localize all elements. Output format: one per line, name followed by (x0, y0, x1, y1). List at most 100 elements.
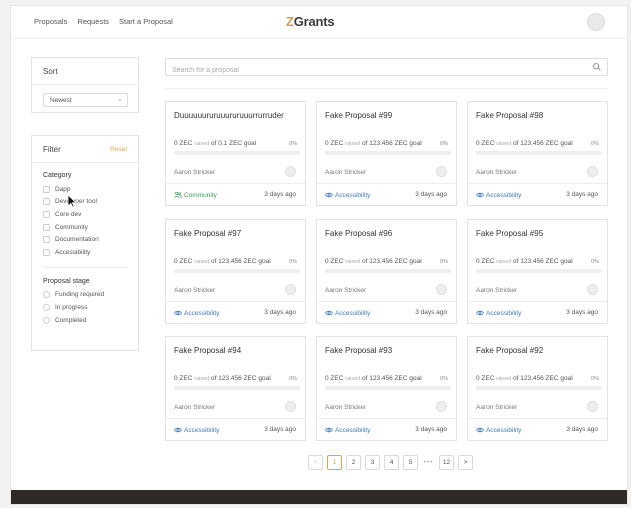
proposal-time: 3 days ago (264, 191, 296, 198)
pagination-page-3[interactable]: 3 (365, 455, 380, 470)
proposal-card[interactable]: Fake Proposal #96 0 ZEC raised of 123.456… (316, 219, 457, 324)
radio-button[interactable] (43, 303, 50, 311)
zf-grants-logo[interactable]: ZGrants (286, 14, 335, 29)
checkbox[interactable] (43, 210, 50, 218)
category-label: Accessibility (184, 426, 220, 434)
eye-icon (476, 426, 484, 434)
nav-link-requests[interactable]: Requests (77, 17, 109, 26)
logo-mark: Z (286, 14, 294, 29)
radio-button[interactable] (43, 291, 50, 299)
proposal-author: Aaron Stricker (174, 287, 216, 294)
main-nav: Proposals Requests Start a Proposal (34, 17, 173, 26)
filter-body: Category Dapp Developer tool Core dev Co… (32, 163, 138, 326)
checkbox[interactable] (43, 248, 50, 256)
proposal-card-footer: Accessibility 3 days ago (468, 301, 607, 324)
checkbox[interactable] (43, 223, 50, 231)
raised-label: raised (345, 376, 361, 382)
pagination-page-5[interactable]: 5 (403, 455, 418, 470)
category-option-developer-tool[interactable]: Developer tool (43, 196, 138, 209)
checkbox[interactable] (43, 185, 50, 193)
filter-reset-link[interactable]: Reset (110, 146, 127, 153)
proposal-card[interactable]: Fake Proposal #92 0 ZEC raised of 123.456… (467, 336, 608, 441)
proposal-funding: 0 ZEC raised of 123.456 ZEC goal (325, 375, 422, 382)
category-option-dapp[interactable]: Dapp (43, 183, 138, 196)
proposal-title[interactable]: Fake Proposal #94 (174, 346, 302, 355)
sort-select[interactable]: Newest ⌄ (43, 93, 128, 107)
proposal-title[interactable]: Fake Proposal #97 (174, 229, 302, 238)
pagination-page-2[interactable]: 2 (346, 455, 361, 470)
raised-amount: 0 ZEC (325, 140, 344, 147)
category-title: Category (43, 172, 72, 179)
sort-heading: Sort (32, 58, 138, 85)
proposal-card[interactable]: Fake Proposal #99 0 ZEC raised of 123.456… (316, 101, 457, 206)
proposal-title[interactable]: Fake Proposal #93 (325, 346, 453, 355)
user-avatar[interactable] (587, 13, 605, 31)
proposal-category: Accessibility (174, 426, 219, 434)
funding-percent: 0% (289, 259, 297, 265)
goal-amount: of 123.456 ZEC goal (362, 258, 422, 265)
proposal-time: 3 days ago (264, 426, 296, 433)
author-avatar (285, 401, 296, 412)
funding-progress-bar (476, 151, 602, 155)
funding-percent: 0% (440, 259, 448, 265)
search-icon[interactable] (592, 62, 602, 72)
proposal-title[interactable]: Fake Proposal #95 (476, 229, 604, 238)
proposal-title[interactable]: Fake Proposal #99 (325, 111, 453, 120)
nav-link-start-proposal[interactable]: Start a Proposal (119, 17, 173, 26)
proposal-title[interactable]: Duuuuuururuuururuuurrurruder (174, 111, 302, 120)
eye-icon (476, 191, 484, 199)
proposal-author: Aaron Stricker (174, 404, 216, 411)
eye-icon (174, 426, 182, 434)
search-divider (165, 88, 608, 89)
proposal-category: Accessibility (325, 309, 370, 317)
raised-amount: 0 ZEC (476, 258, 495, 265)
author-avatar (285, 284, 296, 295)
proposal-card[interactable]: Fake Proposal #94 0 ZEC raised of 123.456… (165, 336, 306, 441)
filter-panel: Filter Reset Category Dapp Developer too… (31, 135, 139, 351)
proposal-author: Aaron Stricker (325, 404, 367, 411)
category-option-accessibility[interactable]: Accessibility (43, 246, 138, 259)
raised-amount: 0 ZEC (174, 375, 193, 382)
raised-amount: 0 ZEC (476, 140, 495, 147)
chevron-down-icon: ⌄ (117, 96, 123, 103)
proposal-time: 3 days ago (566, 426, 598, 433)
nav-link-proposals[interactable]: Proposals (34, 17, 67, 26)
pagination-page-1[interactable]: 1 (327, 455, 342, 470)
pagination-page-12[interactable]: 12 (439, 455, 454, 470)
proposal-author: Aaron Stricker (476, 404, 518, 411)
proposal-funding: 0 ZEC raised of 123.456 ZEC goal (476, 140, 573, 147)
proposal-title[interactable]: Fake Proposal #98 (476, 111, 604, 120)
filter-heading: Filter Reset (32, 136, 138, 163)
checkbox[interactable] (43, 236, 50, 244)
proposal-card[interactable]: Fake Proposal #93 0 ZEC raised of 123.456… (316, 336, 457, 441)
category-option-documentation[interactable]: Documentation (43, 233, 138, 246)
pagination-next-button[interactable]: > (458, 455, 473, 470)
proposal-card[interactable]: Fake Proposal #97 0 ZEC raised of 123.456… (165, 219, 306, 324)
proposal-funding: 0 ZEC raised of 123.456 ZEC goal (325, 258, 422, 265)
stage-option-completed[interactable]: Completed (43, 314, 138, 327)
proposal-card[interactable]: Duuuuuururuuururuuurrurruder 0 ZEC raised… (165, 101, 306, 206)
sort-body: Newest ⌄ (32, 85, 138, 112)
category-option-community[interactable]: Community (43, 221, 138, 234)
checkbox[interactable] (43, 198, 50, 206)
proposal-category: Accessibility (174, 309, 219, 317)
proposal-title[interactable]: Fake Proposal #92 (476, 346, 604, 355)
raised-label: raised (194, 141, 210, 147)
proposal-funding: 0 ZEC raised of 123.456 ZEC goal (476, 258, 573, 265)
stage-option-funding-required[interactable]: Funding required (43, 289, 138, 302)
proposal-funding: 0 ZEC raised of 123.456 ZEC goal (325, 140, 422, 147)
pagination-prev-button[interactable]: < (308, 455, 323, 470)
pagination-ellipsis[interactable]: ••• (422, 455, 435, 470)
stage-option-in-progress[interactable]: In progress (43, 301, 138, 314)
proposal-title[interactable]: Fake Proposal #96 (325, 229, 453, 238)
radio-button[interactable] (43, 316, 50, 324)
pagination-page-4[interactable]: 4 (384, 455, 399, 470)
goal-amount: of 123.456 ZEC goal (513, 140, 573, 147)
proposal-card[interactable]: Fake Proposal #98 0 ZEC raised of 123.456… (467, 101, 608, 206)
search-input[interactable] (166, 62, 586, 79)
proposal-card[interactable]: Fake Proposal #95 0 ZEC raised of 123.456… (467, 219, 608, 324)
proposal-category: Accessibility (476, 191, 521, 199)
raised-label: raised (345, 259, 361, 265)
funding-progress-bar (174, 151, 300, 155)
category-option-core-dev[interactable]: Core dev (43, 208, 138, 221)
